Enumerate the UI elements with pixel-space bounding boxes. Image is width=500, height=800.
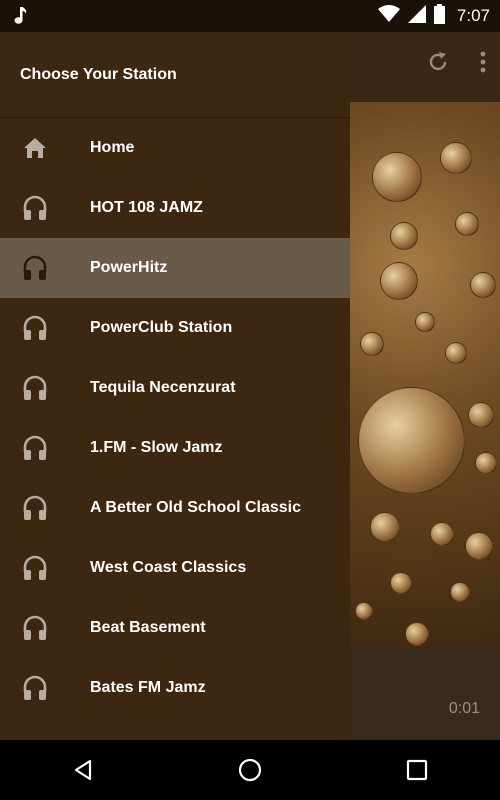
drawer-item-station[interactable]: 1.FM - Slow Jamz (0, 418, 350, 478)
overflow-menu-icon[interactable] (480, 51, 486, 78)
system-nav-bar (0, 740, 500, 800)
headphones-icon (21, 314, 49, 342)
station-list: Home HOT 108 JAMZ PowerHitz PowerClub St… (0, 118, 350, 718)
drawer-item-label: Bates FM Jamz (90, 679, 206, 696)
drawer-item-station-active[interactable]: PowerHitz (0, 238, 350, 298)
navigation-drawer: Choose Your Station Home HOT 108 JAMZ Po… (0, 32, 350, 740)
wifi-icon (377, 4, 400, 28)
headphones-icon (21, 614, 49, 642)
drawer-item-label: Beat Basement (90, 619, 206, 636)
drawer-item-label: PowerClub Station (90, 319, 233, 336)
recents-icon[interactable] (387, 740, 447, 800)
drawer-item-station[interactable]: Tequila Necenzurat (0, 358, 350, 418)
drawer-item-label: Home (90, 139, 135, 156)
headphones-icon (21, 494, 49, 522)
station-artwork (350, 102, 500, 648)
drawer-item-label: PowerHitz (90, 259, 168, 276)
headphones-icon (21, 554, 49, 582)
player-strip: 0:01 (350, 648, 500, 740)
drawer-item-label: HOT 108 JAMZ (90, 199, 203, 216)
headphones-icon (21, 674, 49, 702)
drawer-item-station[interactable]: A Better Old School Classic (0, 478, 350, 538)
status-bar: 7:07 (0, 0, 500, 32)
drawer-item-station[interactable]: HOT 108 JAMZ (0, 178, 350, 238)
drawer-item-station[interactable]: Beat Basement (0, 598, 350, 658)
back-icon[interactable] (53, 740, 113, 800)
music-note-icon (14, 6, 28, 31)
drawer-item-label: A Better Old School Classic (90, 499, 302, 516)
headphones-icon (21, 194, 49, 222)
elapsed-time: 0:01 (448, 700, 480, 717)
screen: 7:07 0:01 Choose Your Station Home HOT 1… (0, 0, 500, 800)
drawer-item-station[interactable]: Bates FM Jamz (0, 658, 350, 718)
drawer-item-station[interactable]: West Coast Classics (0, 538, 350, 598)
home-icon (21, 134, 49, 162)
drawer-title: Choose Your Station (20, 65, 177, 83)
headphones-icon (21, 254, 49, 282)
battery-icon (433, 3, 445, 29)
drawer-item-label: 1.FM - Slow Jamz (90, 439, 223, 456)
refresh-icon[interactable] (426, 50, 450, 79)
home-circle-icon[interactable] (220, 740, 280, 800)
signal-icon (407, 4, 426, 28)
drawer-item-home[interactable]: Home (0, 118, 350, 178)
status-time: 7:07 (456, 6, 490, 25)
drawer-item-station[interactable]: PowerClub Station (0, 298, 350, 358)
headphones-icon (21, 374, 49, 402)
drawer-header: Choose Your Station (0, 32, 350, 118)
headphones-icon (21, 434, 49, 462)
drawer-item-label: Tequila Necenzurat (90, 379, 236, 396)
drawer-item-label: West Coast Classics (90, 559, 247, 576)
